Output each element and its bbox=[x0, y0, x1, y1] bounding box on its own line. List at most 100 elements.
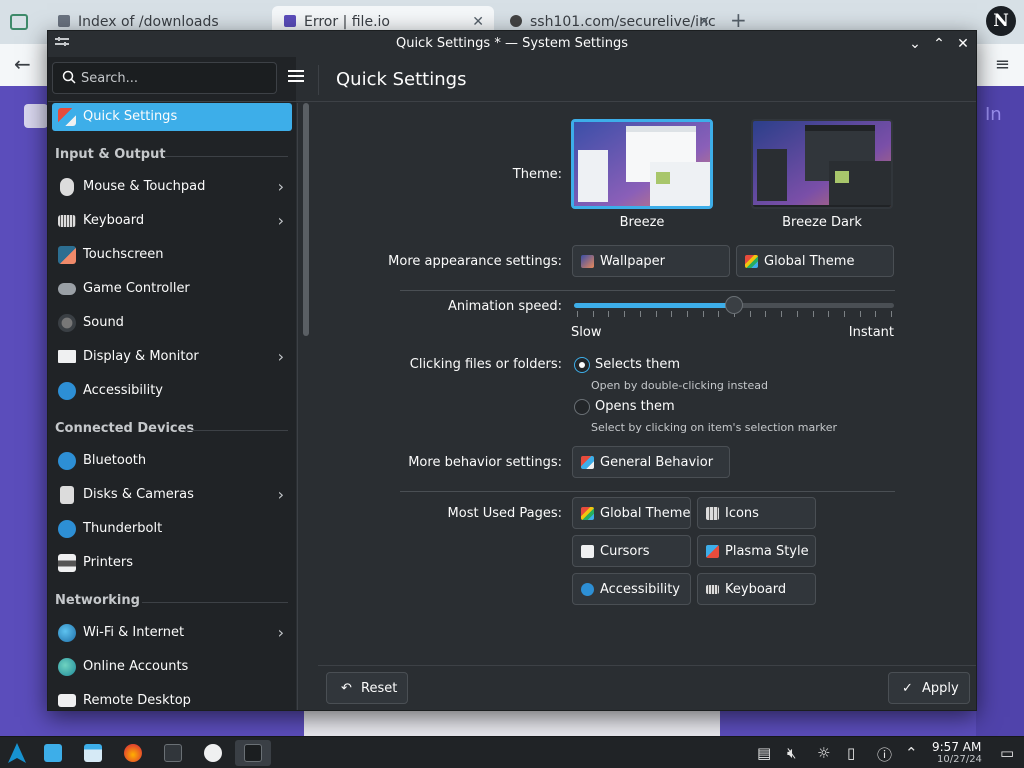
new-tab-button[interactable]: + bbox=[730, 8, 747, 32]
firefox-icon bbox=[124, 744, 142, 762]
sidebar-item-game-controller[interactable]: Game Controller bbox=[52, 275, 292, 303]
sidebar-item-sound[interactable]: Sound bbox=[52, 309, 292, 337]
theme-card-breeze[interactable] bbox=[571, 119, 713, 209]
search-box[interactable] bbox=[52, 62, 277, 94]
settings-header bbox=[48, 57, 976, 102]
global-theme-button[interactable]: Global Theme bbox=[736, 245, 894, 277]
button-label: Global Theme bbox=[764, 254, 855, 269]
profile-avatar[interactable]: N bbox=[986, 6, 1016, 36]
tab-label: Index of /downloads bbox=[78, 14, 219, 30]
slider-tick bbox=[891, 311, 892, 317]
radio-label-selects[interactable]: Selects them bbox=[595, 357, 680, 372]
sidebar-item-keyboard[interactable]: Keyboard › bbox=[52, 207, 292, 235]
taskbar-app-terminal[interactable] bbox=[155, 740, 191, 766]
tray-expand-icon[interactable]: ⌃ bbox=[905, 744, 918, 762]
sidebar-toggle-icon[interactable] bbox=[10, 14, 28, 30]
most-used-plasma-style[interactable]: Plasma Style bbox=[697, 535, 816, 567]
wallpaper-button[interactable]: Wallpaper bbox=[572, 245, 730, 277]
help-icon[interactable]: ⓘ bbox=[877, 744, 892, 765]
taskbar-app-tool[interactable] bbox=[195, 740, 231, 766]
most-used-icons[interactable]: Icons bbox=[697, 497, 816, 529]
sidebar-item-wifi-internet[interactable]: Wi-Fi & Internet › bbox=[52, 619, 292, 647]
radio-hint-selects: Open by double-clicking instead bbox=[591, 379, 768, 392]
clock-time[interactable]: 9:57 AM bbox=[932, 740, 981, 754]
sidebar-item-thunderbolt[interactable]: Thunderbolt bbox=[52, 515, 292, 543]
taskbar-app-system-settings[interactable] bbox=[235, 740, 271, 766]
minimize-icon[interactable]: ⌄ bbox=[905, 34, 925, 54]
browser-menu-icon[interactable]: ≡ bbox=[995, 54, 1010, 75]
tab-label: ssh101.com/securelive/inc bbox=[530, 14, 716, 30]
global-theme-icon bbox=[581, 507, 594, 520]
close-icon[interactable]: ✕ bbox=[953, 34, 973, 54]
instant-label: Instant bbox=[848, 325, 894, 340]
taskbar-app-firefox[interactable] bbox=[115, 740, 151, 766]
sidebar-item-label: Disks & Cameras bbox=[83, 487, 194, 502]
globe-tool-icon bbox=[204, 744, 222, 762]
apply-button[interactable]: ✓ Apply bbox=[888, 672, 970, 704]
sidebar-item-online-accounts[interactable]: Online Accounts bbox=[52, 653, 292, 681]
sidebar-item-touchscreen[interactable]: Touchscreen bbox=[52, 241, 292, 269]
button-label: General Behavior bbox=[600, 455, 714, 470]
slider-tick bbox=[843, 311, 845, 317]
volume-muted-icon[interactable]: 🔇︎ bbox=[787, 744, 796, 762]
clipboard-icon[interactable]: ▤ bbox=[757, 744, 771, 762]
taskbar-app-discover[interactable] bbox=[35, 740, 71, 766]
sound-icon bbox=[58, 314, 76, 332]
appearance-label: More appearance settings: bbox=[388, 254, 562, 269]
touchscreen-icon bbox=[58, 246, 76, 264]
sidebar-item-disks-cameras[interactable]: Disks & Cameras › bbox=[52, 481, 292, 509]
mouse-icon bbox=[60, 178, 74, 196]
show-desktop-icon[interactable]: ▭ bbox=[1000, 744, 1014, 762]
plasma-style-icon bbox=[706, 545, 719, 558]
thunderbolt-icon bbox=[58, 520, 76, 538]
sidebar-item-quick-settings[interactable]: Quick Settings bbox=[52, 103, 292, 131]
animation-speed-label: Animation speed: bbox=[447, 299, 562, 314]
sidebar-scrollbar[interactable] bbox=[303, 103, 309, 336]
app-launcher-button[interactable] bbox=[0, 740, 34, 766]
window-titlebar[interactable]: Quick Settings * — System Settings ⌄ ⌃ ✕ bbox=[48, 31, 976, 57]
chevron-right-icon: › bbox=[277, 623, 284, 642]
category-connected-devices: Connected Devices bbox=[55, 421, 195, 436]
brightness-icon[interactable]: ☼ bbox=[817, 744, 830, 762]
sidebar-item-label: Sound bbox=[83, 315, 124, 330]
slider-tick bbox=[749, 311, 751, 317]
page-link-in[interactable]: In bbox=[985, 104, 1002, 125]
tab-label: Error | file.io bbox=[304, 14, 390, 30]
most-used-global-theme[interactable]: Global Theme bbox=[572, 497, 691, 529]
section-divider bbox=[400, 290, 895, 291]
radio-label-opens[interactable]: Opens them bbox=[595, 399, 675, 414]
hamburger-menu-icon[interactable] bbox=[288, 69, 304, 83]
animation-slider-handle[interactable] bbox=[725, 296, 743, 314]
chevron-right-icon: › bbox=[277, 347, 284, 366]
general-behavior-button[interactable]: General Behavior bbox=[572, 446, 730, 478]
most-used-accessibility[interactable]: Accessibility bbox=[572, 573, 691, 605]
sidebar-item-mouse-touchpad[interactable]: Mouse & Touchpad › bbox=[52, 173, 292, 201]
reset-button[interactable]: ↶ Reset bbox=[326, 672, 408, 704]
slider-tick bbox=[765, 311, 767, 317]
page-right-panel bbox=[976, 86, 1024, 736]
sidebar-item-accessibility[interactable]: Accessibility bbox=[52, 377, 292, 405]
accessibility-icon bbox=[58, 382, 76, 400]
usb-device-icon[interactable]: ▯ bbox=[847, 744, 855, 762]
sidebar-item-display-monitor[interactable]: Display & Monitor › bbox=[52, 343, 292, 371]
clicking-label: Clicking files or folders: bbox=[409, 357, 562, 372]
sidebar-item-remote-desktop[interactable]: Remote Desktop bbox=[52, 687, 292, 715]
theme-card-breeze-dark[interactable] bbox=[751, 119, 893, 209]
sidebar-item-printers[interactable]: Printers bbox=[52, 549, 292, 577]
remote-desktop-icon bbox=[58, 694, 76, 707]
search-input[interactable] bbox=[81, 67, 271, 89]
radio-opens-them[interactable] bbox=[574, 399, 590, 415]
sidebar-item-bluetooth[interactable]: Bluetooth bbox=[52, 447, 292, 475]
bluetooth-icon bbox=[58, 452, 76, 470]
reset-label: Reset bbox=[361, 681, 398, 696]
tab-favicon-icon bbox=[58, 15, 70, 27]
most-used-keyboard[interactable]: Keyboard bbox=[697, 573, 816, 605]
radio-selects-them[interactable] bbox=[574, 357, 590, 373]
back-arrow-icon[interactable]: ← bbox=[14, 52, 31, 76]
category-divider bbox=[164, 156, 288, 157]
icons-icon bbox=[706, 507, 719, 520]
maximize-icon[interactable]: ⌃ bbox=[929, 34, 949, 54]
most-used-cursors[interactable]: Cursors bbox=[572, 535, 691, 567]
clock-date[interactable]: 10/27/24 bbox=[937, 754, 982, 765]
taskbar-app-files[interactable] bbox=[75, 740, 111, 766]
